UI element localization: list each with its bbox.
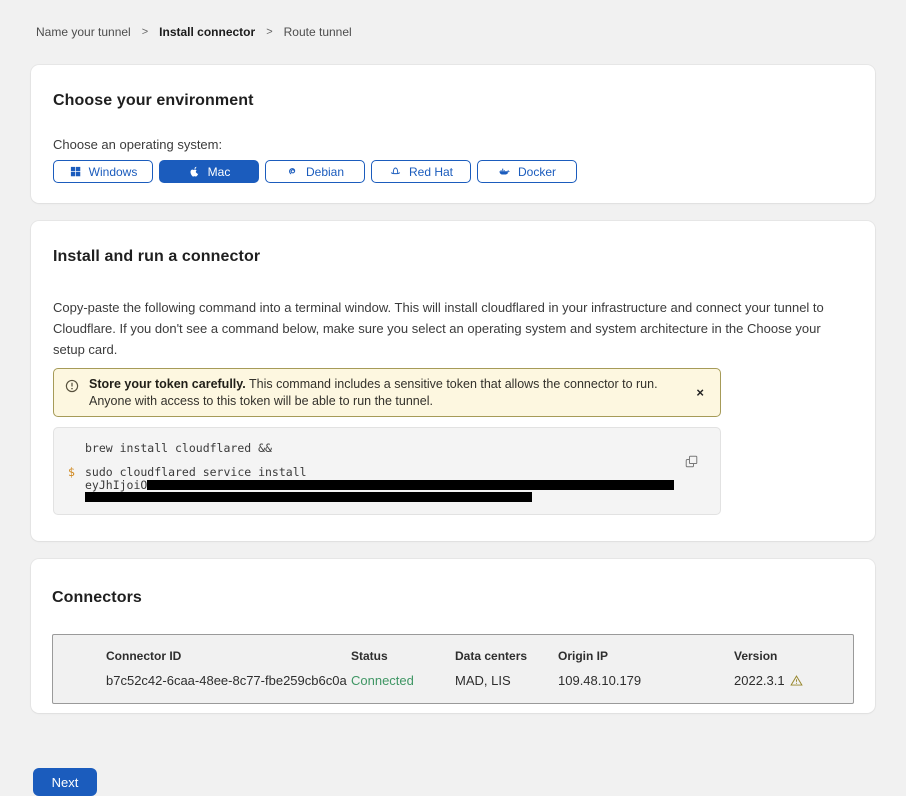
warning-text: Store your token carefully. This command… xyxy=(89,375,676,410)
column-header-data-centers: Data centers xyxy=(455,649,558,663)
os-button-group: Windows Mac Debian Red Hat Docker xyxy=(53,160,853,183)
os-button-docker[interactable]: Docker xyxy=(477,160,577,183)
os-button-label: Red Hat xyxy=(409,165,453,179)
os-button-label: Debian xyxy=(306,165,344,179)
connectors-table-header: Connector ID Status Data centers Origin … xyxy=(106,649,853,663)
windows-logo-icon xyxy=(69,165,82,178)
status-badge: Connected xyxy=(351,673,455,688)
os-button-debian[interactable]: Debian xyxy=(265,160,365,183)
breadcrumb-step-name-your-tunnel[interactable]: Name your tunnel xyxy=(36,25,131,39)
install-instructions: Copy-paste the following command into a … xyxy=(53,297,853,360)
os-button-windows[interactable]: Windows xyxy=(53,160,153,183)
os-button-label: Mac xyxy=(208,165,231,179)
close-icon[interactable]: × xyxy=(692,382,708,403)
column-header-origin-ip: Origin IP xyxy=(558,649,734,663)
os-button-mac[interactable]: Mac xyxy=(159,160,259,183)
copy-icon[interactable] xyxy=(685,455,698,468)
connector-id-value: b7c52c42-6caa-48ee-8c77-fbe259cb6c0a xyxy=(106,673,351,688)
environment-card-title: Choose your environment xyxy=(53,92,853,110)
command-line-1: brew install cloudflared && xyxy=(85,441,704,455)
shell-prompt: $ xyxy=(68,465,77,479)
command-line-2: sudo cloudflared service install xyxy=(85,465,674,479)
breadcrumb-separator: > xyxy=(266,26,272,38)
alert-circle-icon xyxy=(65,379,79,393)
column-header-status: Status xyxy=(351,649,455,663)
install-connector-card: Install and run a connector Copy-paste t… xyxy=(31,221,875,541)
token-warning-banner: Store your token carefully. This command… xyxy=(53,368,721,417)
redacted-token-bar-1 xyxy=(147,480,674,490)
redacted-token-bar-2 xyxy=(85,492,532,502)
token-line: eyJhIjoiO xyxy=(85,480,674,502)
warning-title: Store your token carefully. xyxy=(89,377,246,391)
version-number: 2022.3.1 xyxy=(734,673,785,688)
apple-logo-icon xyxy=(188,165,201,178)
next-button[interactable]: Next xyxy=(33,768,97,796)
install-card-title: Install and run a connector xyxy=(53,248,853,266)
debian-logo-icon xyxy=(286,165,299,178)
connectors-table: Connector ID Status Data centers Origin … xyxy=(52,634,854,704)
docker-logo-icon xyxy=(498,165,511,178)
install-command-block: brew install cloudflared && $ sudo cloud… xyxy=(53,427,721,515)
table-row: b7c52c42-6caa-48ee-8c77-fbe259cb6c0a Con… xyxy=(106,673,853,688)
data-centers-value: MAD, LIS xyxy=(455,673,558,688)
os-select-label: Choose an operating system: xyxy=(53,137,853,152)
os-button-redhat[interactable]: Red Hat xyxy=(371,160,471,183)
token-prefix: eyJhIjoiO xyxy=(85,478,147,492)
column-header-connector-id: Connector ID xyxy=(106,649,351,663)
warning-triangle-icon xyxy=(790,674,803,687)
breadcrumb-separator: > xyxy=(142,26,148,38)
redhat-logo-icon xyxy=(389,165,402,178)
column-header-version: Version xyxy=(734,649,853,663)
choose-environment-card: Choose your environment Choose an operat… xyxy=(31,65,875,203)
origin-ip-value: 109.48.10.179 xyxy=(558,673,734,688)
connectors-card-title: Connectors xyxy=(52,589,854,607)
os-button-label: Windows xyxy=(89,165,138,179)
breadcrumb: Name your tunnel > Install connector > R… xyxy=(0,0,906,39)
os-button-label: Docker xyxy=(518,165,556,179)
version-value: 2022.3.1 xyxy=(734,673,853,688)
breadcrumb-step-route-tunnel[interactable]: Route tunnel xyxy=(284,25,352,39)
breadcrumb-step-install-connector[interactable]: Install connector xyxy=(159,25,255,39)
connectors-card: Connectors Connector ID Status Data cent… xyxy=(31,559,875,713)
